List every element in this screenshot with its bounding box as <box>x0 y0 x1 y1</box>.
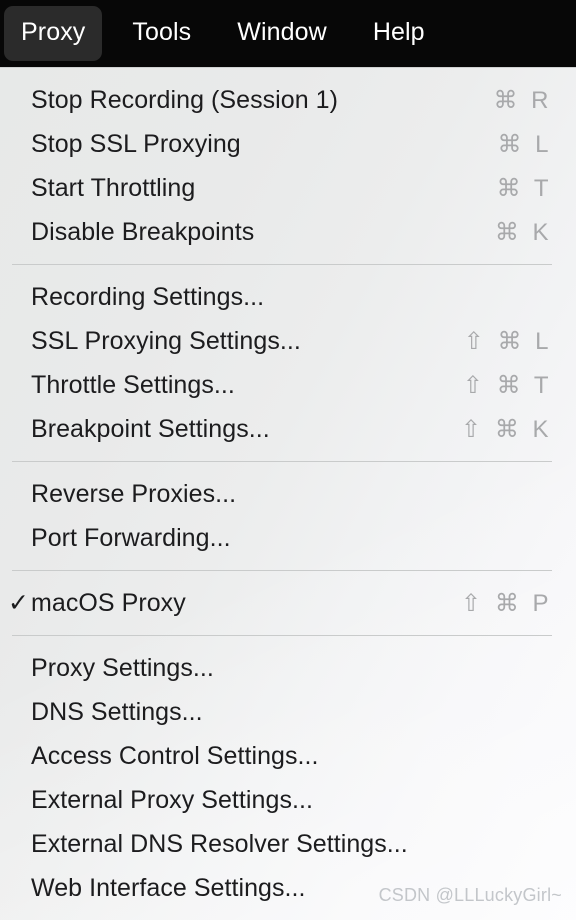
proxy-dropdown-menu: Stop Recording (Session 1) ⌘ R Stop SSL Pr… <box>0 67 576 920</box>
menu-item-label: Start Throttling <box>31 173 196 202</box>
menu-item[interactable]: ✓ macOS Proxy ⇧ ⌘ P <box>0 581 576 625</box>
menu-item-label: Access Control Settings... <box>31 741 319 770</box>
menu-item[interactable]: Web Interface Settings... <box>0 866 576 910</box>
menu-item[interactable]: Reverse Proxies... <box>0 472 576 516</box>
menu-item[interactable]: Access Control Settings... <box>0 734 576 778</box>
screen: Proxy Tools Window Help Stop Recording (Ses… <box>0 0 576 920</box>
menu-separator <box>12 570 552 571</box>
menu-item-label: External DNS Resolver Settings... <box>31 829 408 858</box>
menu-item[interactable]: Recording Settings... <box>0 275 576 319</box>
checkmark-icon: ✓ <box>8 588 29 617</box>
menubar-item-tools[interactable]: Tools <box>115 6 208 61</box>
menu-item[interactable]: SSL Proxying Settings... ⇧ ⌘ L <box>0 319 576 363</box>
menu-item-label: DNS Settings... <box>31 697 203 726</box>
menu-item-label: Recording Settings... <box>31 282 265 311</box>
menu-item-label: Breakpoint Settings... <box>31 414 270 443</box>
menu-item[interactable]: Stop Recording (Session 1) ⌘ R <box>0 78 576 122</box>
menu-item[interactable]: Stop SSL Proxying ⌘ L <box>0 122 576 166</box>
menu-item[interactable]: Disable Breakpoints ⌘ K <box>0 210 576 254</box>
menu-item[interactable]: Breakpoint Settings... ⇧ ⌘ K <box>0 407 576 451</box>
menu-separator <box>12 461 552 462</box>
menu-item-shortcut: ⌘ T <box>496 174 552 202</box>
menu-item[interactable]: Proxy Settings... <box>0 646 576 690</box>
menu-item-shortcut: ⌘ R <box>493 86 552 114</box>
menubar-item-window[interactable]: Window <box>220 6 344 61</box>
menu-bar: Proxy Tools Window Help <box>0 0 576 67</box>
menu-item[interactable]: Start Throttling ⌘ T <box>0 166 576 210</box>
menu-item[interactable]: External Proxy Settings... <box>0 778 576 822</box>
menu-item-label: Web Interface Settings... <box>31 873 306 902</box>
menu-item[interactable]: DNS Settings... <box>0 690 576 734</box>
menu-item-list: Stop Recording (Session 1) ⌘ R Stop SSL Pr… <box>0 68 576 910</box>
menu-item-label: Reverse Proxies... <box>31 479 237 508</box>
menubar-item-proxy[interactable]: Proxy <box>4 6 103 61</box>
menubar-item-help[interactable]: Help <box>356 6 442 61</box>
menu-item-label: Disable Breakpoints <box>31 217 255 246</box>
menu-item-shortcut: ⇧ ⌘ K <box>461 415 552 443</box>
menu-item-label: Port Forwarding... <box>31 523 231 552</box>
menu-item-label: SSL Proxying Settings... <box>31 326 301 355</box>
menu-item-shortcut: ⇧ ⌘ L <box>463 327 552 355</box>
menu-item-label: Throttle Settings... <box>31 370 235 399</box>
menu-item-label: Proxy Settings... <box>31 653 214 682</box>
menu-item-shortcut: ⌘ L <box>497 130 552 158</box>
menu-separator <box>12 264 552 265</box>
menu-item-shortcut: ⌘ K <box>494 218 552 246</box>
menu-item[interactable]: Port Forwarding... <box>0 516 576 560</box>
menu-separator <box>12 635 552 636</box>
menu-item-shortcut: ⇧ ⌘ T <box>462 371 552 399</box>
menu-item-label: Stop SSL Proxying <box>31 129 241 158</box>
menu-item-label: macOS Proxy <box>31 588 186 617</box>
menu-item-label: External Proxy Settings... <box>31 785 313 814</box>
menu-item-shortcut: ⇧ ⌘ P <box>461 589 552 617</box>
menu-item[interactable]: External DNS Resolver Settings... <box>0 822 576 866</box>
menu-item-label: Stop Recording (Session 1) <box>31 85 339 114</box>
menu-item[interactable]: Throttle Settings... ⇧ ⌘ T <box>0 363 576 407</box>
